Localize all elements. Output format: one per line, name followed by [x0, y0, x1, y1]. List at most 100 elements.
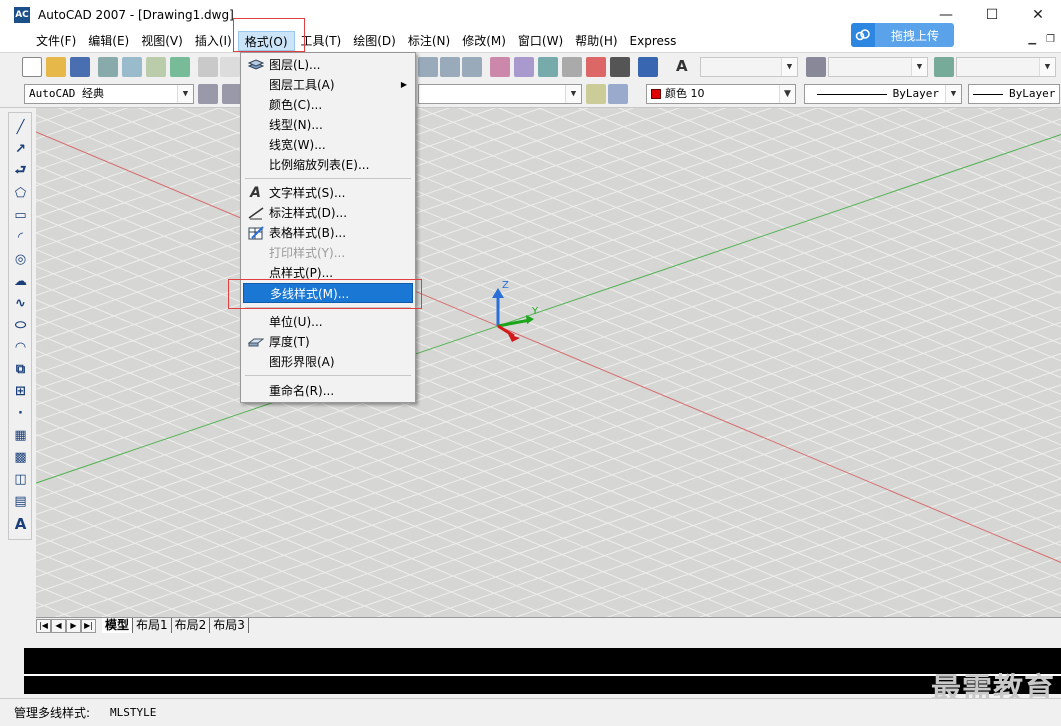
mdi-restore-icon[interactable]: ❐ [1046, 34, 1055, 45]
tab-layout3[interactable]: 布局3 [210, 618, 249, 633]
menu-item-lineweight[interactable]: 线宽(W)... [243, 135, 413, 155]
plot-preview-icon[interactable] [122, 57, 142, 77]
tool-palettes-icon[interactable] [538, 57, 558, 77]
menu-item-table-style[interactable]: 表格样式(B)... [243, 223, 413, 243]
first-tab-icon[interactable]: |◀ [36, 618, 51, 633]
menu-insert[interactable]: 插入(I) [189, 31, 238, 51]
maximize-button[interactable]: ☐ [969, 0, 1015, 30]
workspace-settings-icon[interactable] [198, 84, 218, 104]
menu-item-layer[interactable]: 图层(L)... [243, 55, 413, 75]
sheet-set-icon[interactable] [562, 57, 582, 77]
table-style-combo[interactable]: ▼ [956, 57, 1056, 77]
tab-layout2[interactable]: 布局2 [172, 618, 211, 633]
ellipse-arc-icon[interactable]: ◠ [12, 339, 29, 356]
zoom-previous-icon[interactable] [462, 57, 482, 77]
layer-previous-icon[interactable] [608, 84, 628, 104]
open-file-icon[interactable] [46, 57, 66, 77]
menu-item-thickness[interactable]: 厚度(T) [243, 332, 413, 352]
calculator-icon[interactable] [610, 57, 630, 77]
design-center-icon[interactable] [514, 57, 534, 77]
text-style-combo[interactable]: ▼ [700, 57, 798, 77]
menu-view[interactable]: 视图(V) [135, 31, 189, 51]
layer-state-icon[interactable] [222, 84, 242, 104]
cloud-upload-button[interactable]: 拖拽上传 [851, 23, 954, 47]
spline-icon[interactable]: ∿ [12, 295, 29, 312]
copy-icon[interactable] [220, 57, 240, 77]
revision-cloud-icon[interactable]: ☁ [12, 273, 29, 290]
text-style-toolbar-icon[interactable]: A [676, 57, 696, 77]
zoom-realtime-icon[interactable] [418, 57, 438, 77]
markup-icon[interactable] [586, 57, 606, 77]
menu-help[interactable]: 帮助(H) [569, 31, 623, 51]
status-bar: 管理多线样式: MLSTYLE [0, 698, 1061, 726]
menu-item-color[interactable]: 颜色(C)... [243, 95, 413, 115]
new-file-icon[interactable] [22, 57, 42, 77]
polygon-icon[interactable]: ⬠ [12, 185, 29, 202]
menu-window[interactable]: 窗口(W) [512, 31, 569, 51]
last-tab-icon[interactable]: ▶| [81, 618, 96, 633]
menu-item-linetype[interactable]: 线型(N)... [243, 115, 413, 135]
dim-style-icon [247, 205, 264, 221]
menu-separator [245, 178, 411, 179]
3d-dwf-icon[interactable] [170, 57, 190, 77]
gradient-icon[interactable]: ▩ [12, 449, 29, 466]
point-icon[interactable]: · [12, 405, 29, 422]
zoom-window-icon[interactable] [440, 57, 460, 77]
table-icon[interactable]: ▤ [12, 493, 29, 510]
menu-item-plot-style[interactable]: 打印样式(Y)... [243, 243, 413, 263]
ellipse-icon[interactable]: ⬭ [12, 317, 29, 334]
menu-draw[interactable]: 绘图(D) [347, 31, 402, 51]
save-icon[interactable] [70, 57, 90, 77]
arc-icon[interactable]: ◜ [12, 229, 29, 246]
multiline-text-icon[interactable]: A [12, 515, 29, 533]
properties-icon[interactable] [490, 57, 510, 77]
menu-file[interactable]: 文件(F) [30, 31, 82, 51]
make-block-icon[interactable]: ⊞ [12, 383, 29, 400]
menu-item-text-style[interactable]: A 文字样式(S)... [243, 183, 413, 203]
tab-model[interactable]: 模型 [102, 618, 134, 633]
construction-line-icon[interactable]: ↗ [12, 141, 29, 158]
menu-edit[interactable]: 编辑(E) [82, 31, 135, 51]
region-icon[interactable]: ◫ [12, 471, 29, 488]
menu-item-label: 标注样式(D)... [269, 206, 348, 220]
menu-item-drawing-limits[interactable]: 图形界限(A) [243, 352, 413, 372]
cloud-icon [851, 23, 875, 47]
lineweight-combo[interactable]: ByLayer [968, 84, 1060, 104]
make-layer-current-icon[interactable] [586, 84, 606, 104]
print-icon[interactable] [98, 57, 118, 77]
menu-item-scale-list[interactable]: 比例缩放列表(E)... [243, 155, 413, 175]
hatch-icon[interactable]: ▦ [12, 427, 29, 444]
dim-style-combo[interactable]: ▼ [828, 57, 928, 77]
command-history[interactable] [24, 648, 1061, 694]
linetype-combo[interactable]: ByLayer ▼ [804, 84, 962, 104]
mdi-minimize-icon[interactable]: ▁ [1028, 34, 1036, 45]
workspace-combo[interactable]: AutoCAD 经典 ▼ [24, 84, 194, 104]
circle-icon[interactable]: ◎ [12, 251, 29, 268]
table-style-toolbar-icon[interactable] [934, 57, 954, 77]
dim-style-toolbar-icon[interactable] [806, 57, 826, 77]
help-icon[interactable] [638, 57, 658, 77]
next-tab-icon[interactable]: ▶ [66, 618, 81, 633]
chevron-down-icon: ▼ [911, 58, 927, 76]
menu-dimension[interactable]: 标注(N) [402, 31, 456, 51]
color-combo[interactable]: 颜色 10 ▼ [646, 84, 796, 104]
menu-express[interactable]: Express [624, 31, 683, 51]
layer-combo[interactable]: ▼ [418, 84, 582, 104]
menu-item-dim-style[interactable]: 标注样式(D)... [243, 203, 413, 223]
cut-icon[interactable] [198, 57, 218, 77]
menu-item-layer-tools[interactable]: 图层工具(A) ▶ [243, 75, 413, 95]
line-icon[interactable]: ╱ [12, 119, 29, 136]
draw-toolbar: ╱ ↗ ⮐ ⬠ ▭ ◜ ◎ ☁ ∿ ⬭ ◠ ⧉ ⊞ · ▦ ▩ ◫ ▤ A [8, 112, 32, 540]
insert-block-icon[interactable]: ⧉ [12, 361, 29, 378]
menu-item-units[interactable]: 单位(U)... [243, 312, 413, 332]
autocad-app-icon: AC [14, 7, 30, 23]
menu-item-rename[interactable]: 重命名(R)... [243, 381, 413, 401]
tab-layout1[interactable]: 布局1 [133, 618, 172, 633]
polyline-icon[interactable]: ⮐ [12, 163, 29, 180]
publish-icon[interactable] [146, 57, 166, 77]
menu-modify[interactable]: 修改(M) [456, 31, 512, 51]
rectangle-icon[interactable]: ▭ [12, 207, 29, 224]
prev-tab-icon[interactable]: ◀ [51, 618, 66, 633]
close-button[interactable]: ✕ [1015, 0, 1061, 30]
drawing-area[interactable]: Z Y [36, 108, 1061, 617]
